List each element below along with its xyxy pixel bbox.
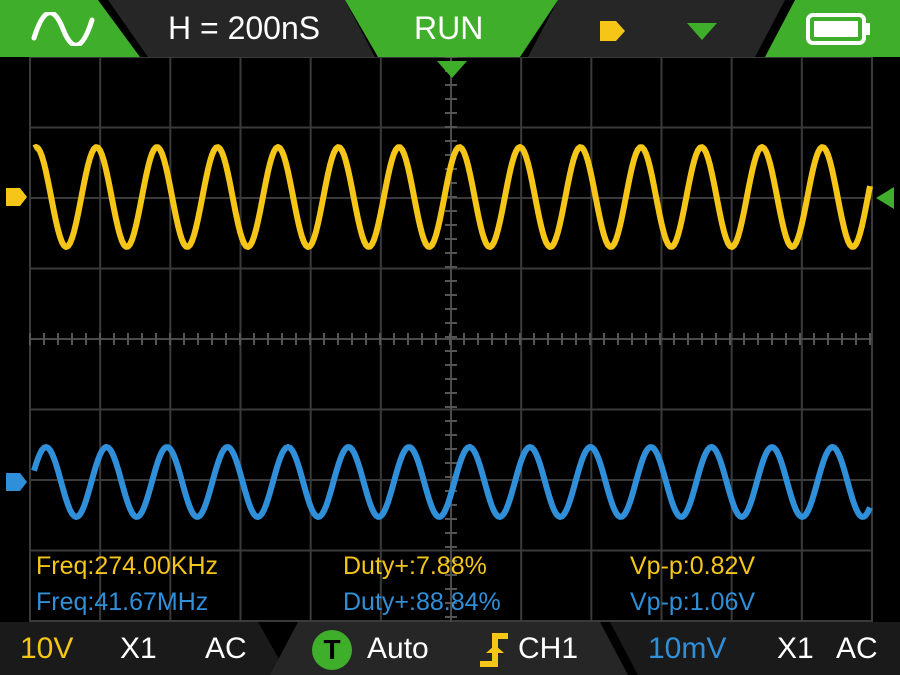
trigger-mode[interactable]: Auto	[367, 622, 429, 675]
scope-display[interactable]	[0, 57, 900, 622]
trigger-level-marker[interactable]	[876, 187, 894, 209]
trigger-source[interactable]: CH1	[518, 622, 578, 675]
graticule-center-ticks	[29, 57, 872, 622]
ch1-level-marker[interactable]	[6, 188, 27, 206]
ch2-coupling[interactable]: AC	[836, 622, 878, 675]
ch1-duty-cycle: Duty+:7.88%	[343, 552, 487, 580]
run-state-label[interactable]: RUN	[414, 0, 483, 57]
sine-wave-icon[interactable]	[30, 12, 96, 46]
ch1-peak-to-peak: Vp-p:0.82V	[630, 552, 756, 580]
ch1-volts-per-div[interactable]: 10V	[20, 622, 73, 675]
timebase-label[interactable]: H = 200nS	[168, 0, 320, 57]
ch1-frequency: Freq:274.00KHz	[36, 552, 219, 580]
trigger-position-marker[interactable]	[437, 61, 467, 78]
ch2-volts-per-div[interactable]: 10mV	[648, 622, 726, 675]
ch2-duty-cycle: Duty+:88.84%	[343, 588, 501, 616]
ch2-level-marker[interactable]	[6, 473, 27, 491]
trigger-badge[interactable]: T	[312, 630, 352, 670]
battery-icon	[806, 13, 870, 45]
ch2-peak-to-peak: Vp-p:1.06V	[630, 588, 756, 616]
green-trigger-marker-icon[interactable]	[687, 23, 717, 41]
yellow-channel-marker-icon[interactable]	[600, 21, 626, 41]
ch1-coupling[interactable]: AC	[205, 622, 247, 675]
ch2-frequency: Freq:41.67MHz	[36, 588, 209, 616]
rising-edge-icon[interactable]	[480, 629, 510, 667]
ch1-probe-factor[interactable]: X1	[120, 622, 157, 675]
trigger-badge-label: T	[323, 634, 341, 665]
ch2-probe-factor[interactable]: X1	[777, 622, 814, 675]
